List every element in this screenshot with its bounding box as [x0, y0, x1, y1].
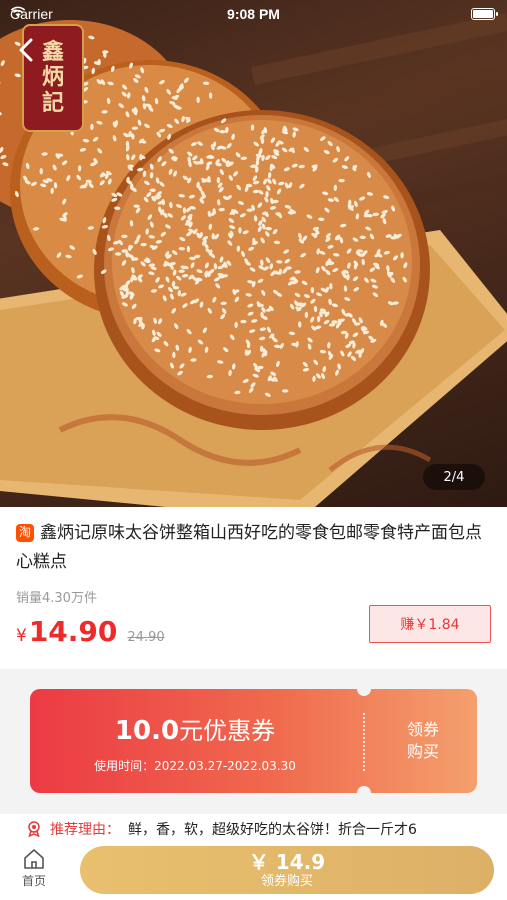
recommend-text: 鲜，香，软，超级好吃的太谷饼！折合一斤才6: [128, 822, 417, 838]
taobao-badge: 淘: [16, 523, 34, 542]
price-currency: ¥: [16, 626, 27, 646]
sesame-seed: [282, 389, 289, 393]
sesame-seed: [121, 234, 128, 239]
page-indicator: 2/4: [423, 464, 485, 490]
product-title-row: 淘鑫炳记原味太谷饼整箱山西好吃的零食包邮零食特产面包点心糕点: [16, 519, 493, 577]
claim-coupon-button[interactable]: 领券 购买: [378, 719, 468, 763]
coupon-divider: [363, 713, 365, 771]
coupon-amount: 10.0元优惠券: [30, 711, 360, 746]
coupon-card[interactable]: 10.0元优惠券 使用时间：2022.03.27-2022.03.30 领券 购…: [30, 689, 477, 793]
product-info: 淘鑫炳记原味太谷饼整箱山西好吃的零食包邮零食特产面包点心糕点 销量4.30万件 …: [0, 507, 507, 669]
sesame-seed: [139, 154, 143, 161]
battery-icon: [471, 8, 498, 20]
earn-commission-button[interactable]: 赚￥1.84: [369, 605, 491, 643]
claim-line-1: 领券: [406, 720, 439, 739]
coupon-section: 10.0元优惠券 使用时间：2022.03.27-2022.03.30 领券 购…: [0, 669, 507, 814]
home-icon: [24, 849, 44, 869]
logo-char: 記: [41, 89, 64, 116]
buy-price: ￥ 14.9: [248, 850, 326, 874]
coupon-unit: 元优惠券: [179, 717, 276, 745]
logo-char: 炳: [41, 64, 64, 91]
coupon-value: 10.0: [114, 716, 180, 746]
home-label: 首页: [21, 874, 46, 888]
sesame-seed: [219, 129, 226, 134]
recommend-label: 推荐理由：: [50, 822, 120, 838]
recommend-badge-icon: [28, 821, 40, 837]
buy-with-coupon-button[interactable]: ￥ 14.9 领券购买: [80, 846, 494, 894]
product-image-carousel[interactable]: Carrier 9:08 PM 鑫 炳 記 2/4: [0, 0, 507, 507]
coupon-notch: [357, 689, 371, 696]
current-price: 14.90: [28, 615, 118, 648]
price-row: ¥ 14.90 24.90: [16, 615, 165, 648]
sales-count: 销量4.30万件: [16, 591, 97, 606]
original-price: 24.90: [127, 630, 165, 645]
claim-line-2: 购买: [406, 742, 439, 761]
back-button[interactable]: [18, 38, 46, 66]
sesame-seed: [366, 213, 373, 218]
coupon-notch: [357, 786, 371, 793]
sesame-seed: [390, 236, 397, 240]
home-tab[interactable]: 首页: [12, 848, 56, 889]
bottom-bar: 首页 ￥ 14.9 领券购买: [0, 844, 507, 900]
product-title: 鑫炳记原味太谷饼整箱山西好吃的零食包邮零食特产面包点心糕点: [16, 523, 482, 572]
clock: 9:08 PM: [227, 6, 280, 22]
sesame-seed: [172, 351, 176, 359]
coupon-period: 使用时间：2022.03.27-2022.03.30: [94, 759, 296, 773]
back-chevron-icon: [19, 38, 33, 62]
buy-label: 领券购买: [260, 874, 313, 889]
recommend-reason: 推荐理由： 鲜，香，软，超级好吃的太谷饼！折合一斤才6: [0, 814, 507, 844]
sesame-seed: [316, 315, 321, 323]
